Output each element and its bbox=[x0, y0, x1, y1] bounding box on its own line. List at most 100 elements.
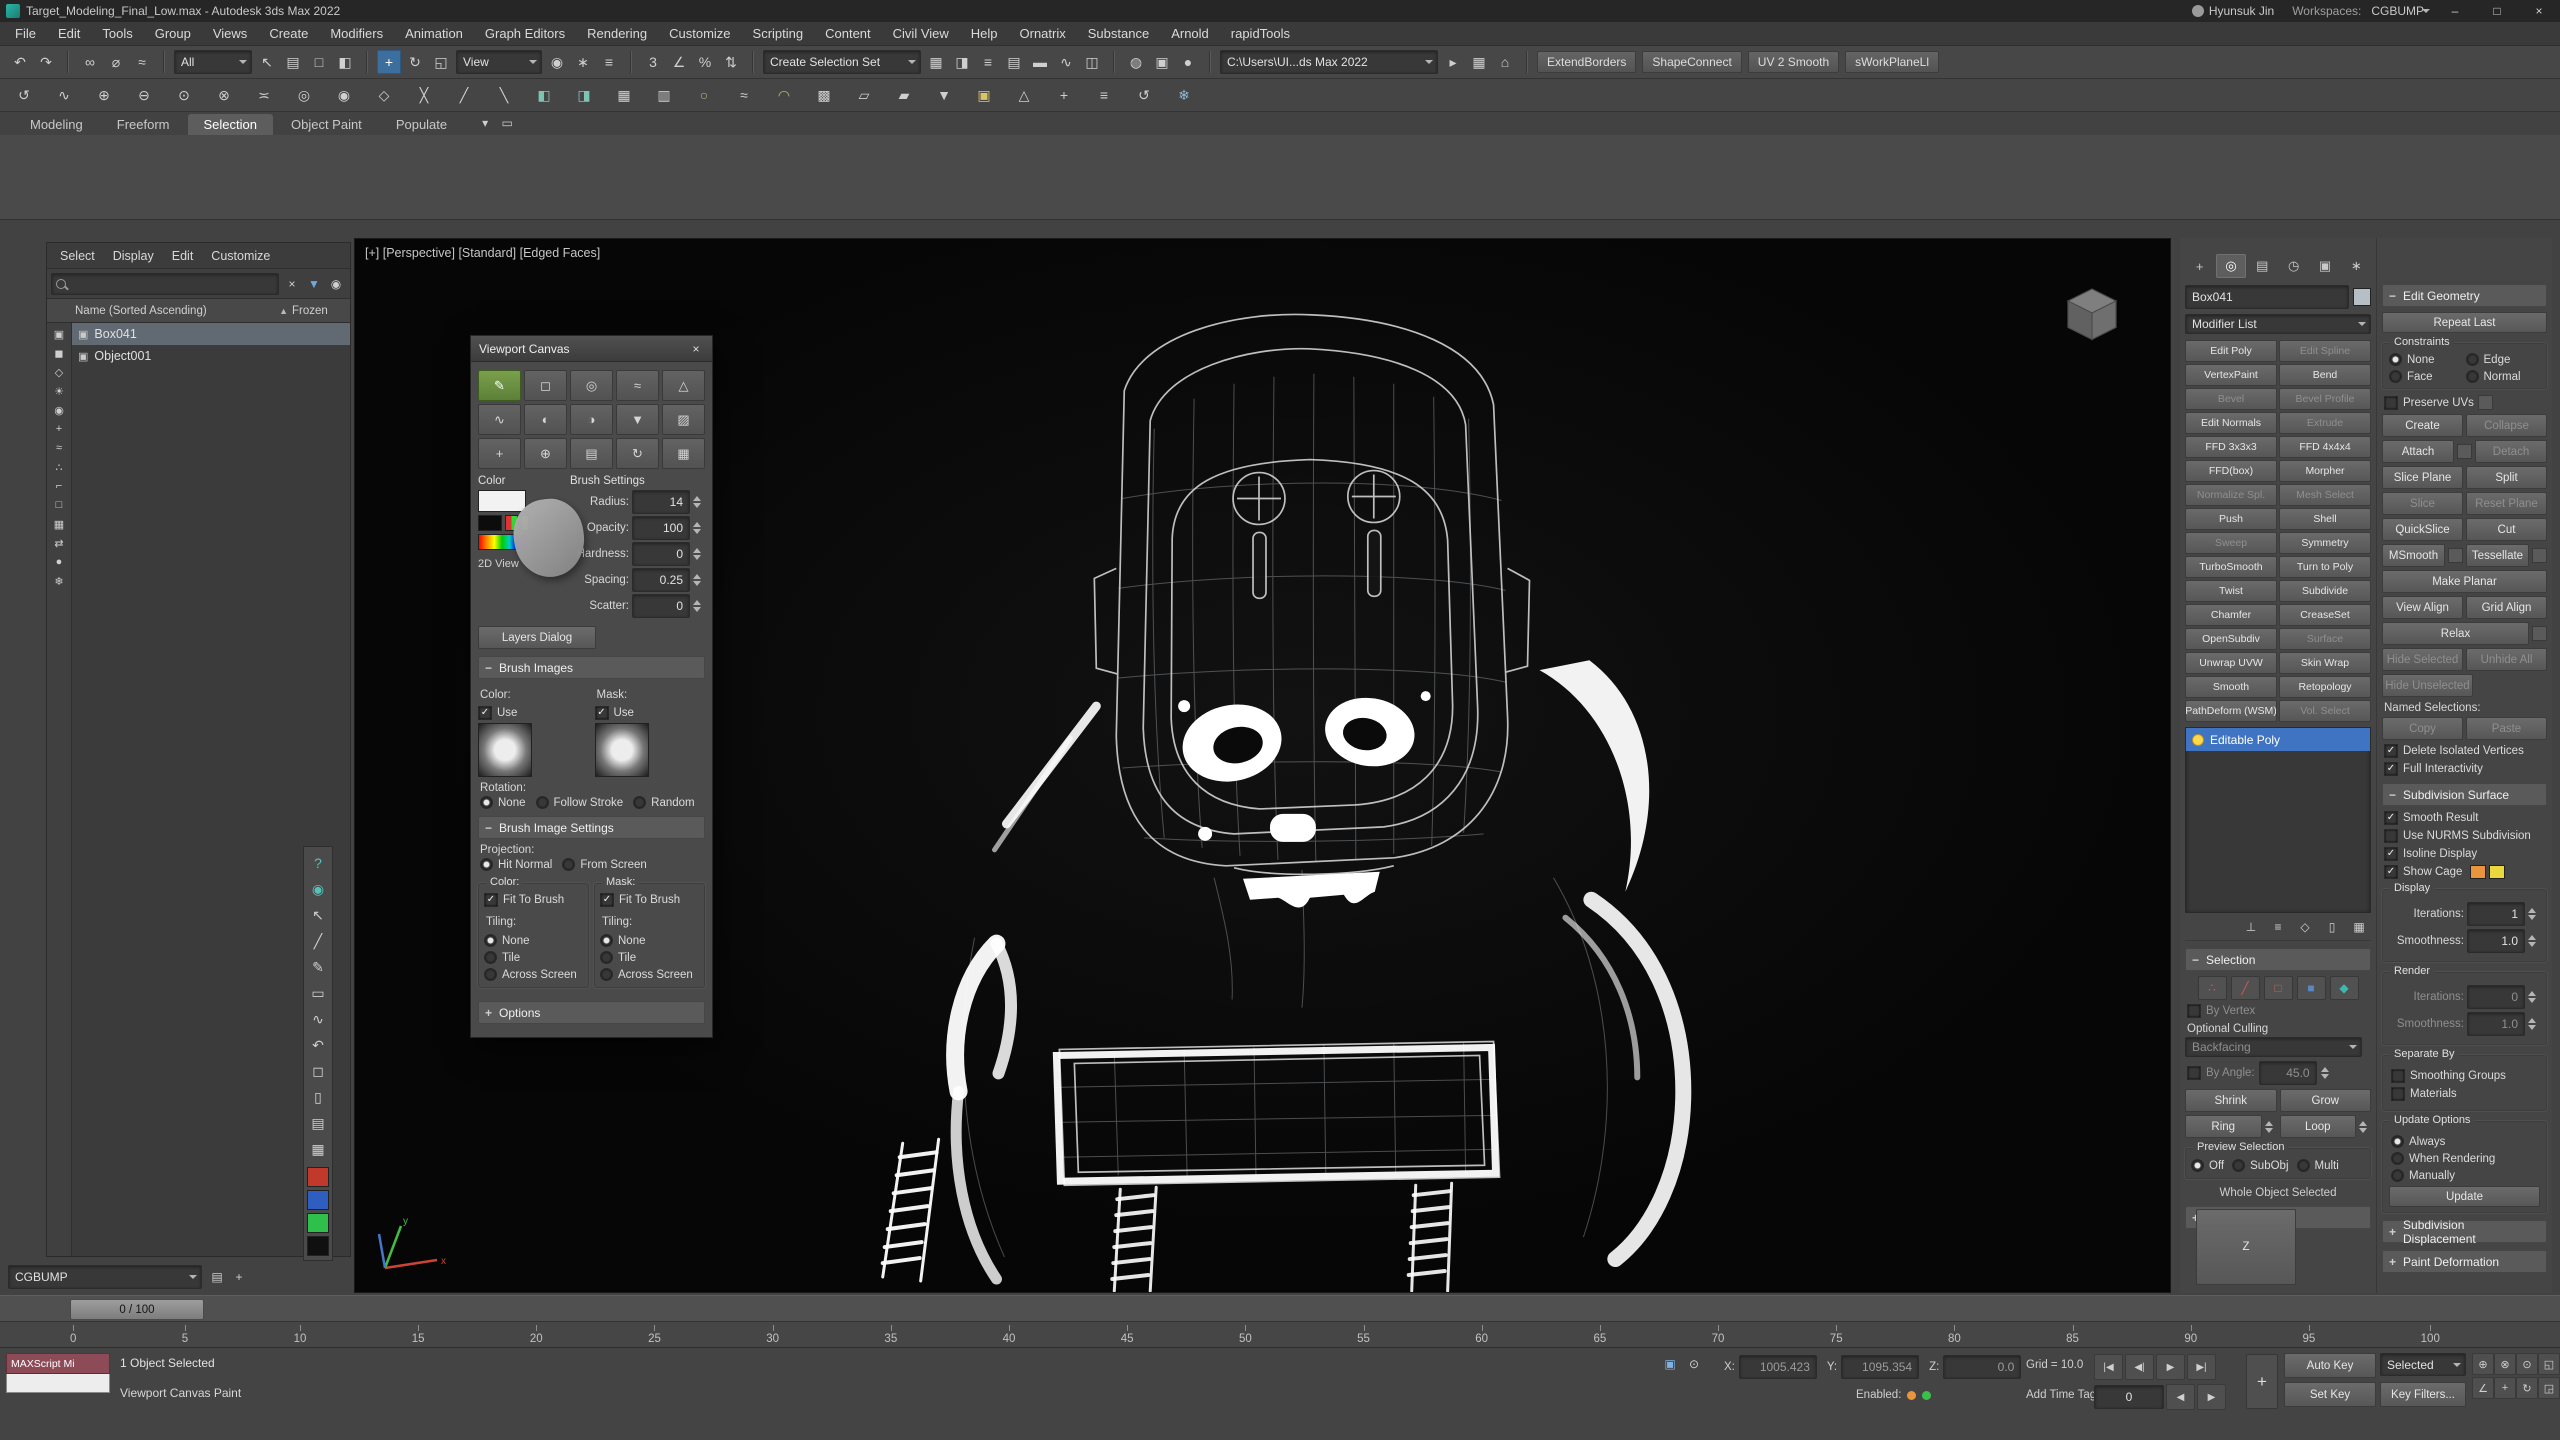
fit-to-brush-mask-checkbox[interactable]: Fit To Brush bbox=[600, 893, 699, 907]
filter-xrefs-icon[interactable]: ⇄ bbox=[50, 534, 68, 552]
bevel-tool-icon[interactable]: ⊖ bbox=[132, 83, 156, 107]
zoom-all-icon[interactable]: ⊗ bbox=[2494, 1353, 2516, 1375]
play-icon[interactable]: ▶ bbox=[2156, 1354, 2185, 1380]
inset-tool-icon[interactable]: ⊙ bbox=[172, 83, 196, 107]
attach-settings-icon[interactable] bbox=[2457, 444, 2472, 459]
remove-modifier-icon[interactable]: ▯ bbox=[2322, 917, 2342, 937]
polygon-subobject-icon[interactable]: ■ bbox=[2297, 976, 2326, 1000]
by-angle-field[interactable]: 45.0 bbox=[2259, 1061, 2317, 1085]
border-subobject-icon[interactable]: □ bbox=[2264, 976, 2293, 1000]
menu-substance[interactable]: Substance bbox=[1077, 22, 1160, 45]
create-button[interactable]: Create bbox=[2382, 414, 2463, 437]
explorer-menu-edit[interactable]: Edit bbox=[163, 249, 203, 263]
filter-helpers-icon[interactable]: + bbox=[50, 420, 68, 438]
canvas-trash-icon[interactable]: ▯ bbox=[306, 1085, 330, 1109]
cage-vertex-color-swatch[interactable] bbox=[2470, 865, 2486, 879]
grid-tool-icon[interactable]: ▦ bbox=[662, 438, 705, 469]
canvas-palette-icon[interactable]: ▦ bbox=[306, 1137, 330, 1161]
isolate-tool-icon[interactable]: ▣ bbox=[972, 83, 996, 107]
lock-selection-icon[interactable]: ⊙ bbox=[1684, 1354, 1704, 1374]
rollout-selection[interactable]: Selection bbox=[2185, 948, 2371, 971]
constraint-normal-radio[interactable]: Normal bbox=[2466, 370, 2541, 383]
y-coordinate-field[interactable]: 1095.354 bbox=[1841, 1355, 1919, 1379]
modifier-button[interactable]: FFD 3x3x3 bbox=[2185, 436, 2277, 458]
auto-key-button[interactable]: Auto Key bbox=[2284, 1353, 2376, 1378]
dialog-titlebar[interactable]: Viewport Canvas × bbox=[471, 336, 712, 362]
fill-tool-icon[interactable]: ▼ bbox=[616, 404, 659, 435]
update-when-rendering-radio[interactable]: When Rendering bbox=[2391, 1152, 2495, 1165]
filter-containers-icon[interactable]: □ bbox=[50, 496, 68, 514]
rollout-brush-image-settings[interactable]: Brush Image Settings bbox=[478, 816, 705, 839]
menu-arnold[interactable]: Arnold bbox=[1160, 22, 1220, 45]
constraint-none-radio[interactable]: None bbox=[2389, 353, 2464, 366]
uv2smooth-button[interactable]: UV 2 Smooth bbox=[1748, 51, 1839, 73]
smoothing-groups-checkbox[interactable]: Smoothing Groups bbox=[2391, 1069, 2506, 1083]
window-crossing-icon[interactable]: ◧ bbox=[333, 50, 357, 74]
hide-unselected-button[interactable]: Hide Unselected bbox=[2382, 674, 2473, 697]
percent-snap-icon[interactable]: % bbox=[693, 50, 717, 74]
rollout-paint-deformation[interactable]: Paint Deformation bbox=[2382, 1250, 2547, 1273]
minimize-icon[interactable]: – bbox=[2434, 0, 2476, 22]
filter-groups-icon[interactable]: ▦ bbox=[50, 515, 68, 533]
update-button[interactable]: Update bbox=[2389, 1186, 2540, 1207]
add-time-tag[interactable]: Add Time Tag bbox=[2026, 1389, 2096, 1401]
clear-search-icon[interactable]: × bbox=[282, 274, 302, 294]
modifier-button[interactable]: Push bbox=[2185, 508, 2277, 530]
filter-icon[interactable]: ▼ bbox=[304, 274, 324, 294]
color-tiling-tile-radio[interactable]: Tile bbox=[484, 951, 583, 964]
modifier-button[interactable]: Bevel bbox=[2185, 388, 2277, 410]
relax-settings-icon[interactable] bbox=[2532, 626, 2547, 641]
paste-button[interactable]: Paste bbox=[2466, 717, 2547, 740]
grow-button[interactable]: Grow bbox=[2280, 1089, 2372, 1112]
spinner-icon[interactable] bbox=[2265, 1121, 2277, 1133]
msmooth-button[interactable]: MSmooth bbox=[2382, 544, 2445, 567]
display-iterations-field[interactable]: 1 bbox=[2467, 902, 2525, 926]
conform-tool-icon[interactable]: ○ bbox=[692, 83, 716, 107]
configure-modifier-sets-icon[interactable]: ▦ bbox=[2349, 917, 2369, 937]
smooth-result-checkbox[interactable]: Smooth Result bbox=[2384, 811, 2478, 825]
maxscript-mini-listener[interactable]: MAXScript Mi bbox=[6, 1353, 110, 1393]
filter-spacewarps-icon[interactable]: ≈ bbox=[50, 439, 68, 457]
mask-brush-image[interactable] bbox=[595, 723, 649, 777]
enabled-green-indicator[interactable] bbox=[1922, 1391, 1931, 1400]
explorer-menu-select[interactable]: Select bbox=[51, 249, 104, 263]
rollout-options[interactable]: Options bbox=[478, 1001, 705, 1024]
edge-subobject-icon[interactable]: ╱ bbox=[2231, 976, 2260, 1000]
select-manipulate-icon[interactable]: ∗ bbox=[571, 50, 595, 74]
select-link-icon[interactable]: ∞ bbox=[78, 50, 102, 74]
track-bar[interactable]: 0510152025303540455055606570758085909510… bbox=[0, 1321, 2560, 1347]
freeze-tool-icon[interactable]: ❄ bbox=[1172, 83, 1196, 107]
mask-tiling-none-radio[interactable]: None bbox=[600, 934, 699, 947]
modifier-button[interactable]: PathDeform (WSM) bbox=[2185, 700, 2277, 722]
modifier-button[interactable]: Normalize Spl. bbox=[2185, 484, 2277, 506]
canvas-undo-icon[interactable]: ↶ bbox=[306, 1033, 330, 1057]
close-icon[interactable]: × bbox=[2518, 0, 2560, 22]
gradient-tool-icon[interactable]: ▨ bbox=[662, 404, 705, 435]
set-key-button[interactable]: Set Key bbox=[2284, 1382, 2376, 1407]
cut-button[interactable]: Cut bbox=[2466, 518, 2547, 541]
menu-rendering[interactable]: Rendering bbox=[576, 22, 658, 45]
undo-icon[interactable]: ↶ bbox=[8, 50, 32, 74]
zoom-region-icon[interactable]: ◱ bbox=[2538, 1353, 2560, 1375]
pin-stack-icon[interactable]: ⊥ bbox=[2241, 917, 2261, 937]
display-smoothness-field[interactable]: 1.0 bbox=[2467, 929, 2525, 953]
canvas-visibility-icon[interactable]: ◉ bbox=[306, 877, 330, 901]
keyboard-override-icon[interactable]: ≡ bbox=[597, 50, 621, 74]
bridge-tool-icon[interactable]: ≍ bbox=[252, 83, 276, 107]
selection-filter-dropdown[interactable]: All bbox=[174, 50, 252, 74]
isolate-selection-icon[interactable]: ▣ bbox=[1660, 1354, 1680, 1374]
green-color-swatch[interactable] bbox=[307, 1213, 329, 1233]
modifier-button[interactable]: CreaseSet bbox=[2279, 604, 2371, 626]
tab-freeform[interactable]: Freeform bbox=[101, 114, 186, 135]
modifier-button[interactable]: Mesh Select bbox=[2279, 484, 2371, 506]
set-keys-button[interactable]: + bbox=[2246, 1354, 2278, 1409]
sharpen-tool-icon[interactable]: △ bbox=[662, 370, 705, 401]
viewport-label[interactable]: [+] [Perspective] [Standard] [Edged Face… bbox=[365, 246, 600, 260]
menu-group[interactable]: Group bbox=[144, 22, 202, 45]
spinner-icon[interactable] bbox=[2528, 991, 2540, 1003]
fit-to-brush-color-checkbox[interactable]: Fit To Brush bbox=[484, 893, 583, 907]
go-to-end-icon[interactable]: ▶| bbox=[2187, 1354, 2216, 1380]
snap-toggle-icon[interactable]: 3 bbox=[641, 50, 665, 74]
paint-connect-icon[interactable]: ∿ bbox=[52, 83, 76, 107]
modifier-button[interactable]: Subdivide bbox=[2279, 580, 2371, 602]
